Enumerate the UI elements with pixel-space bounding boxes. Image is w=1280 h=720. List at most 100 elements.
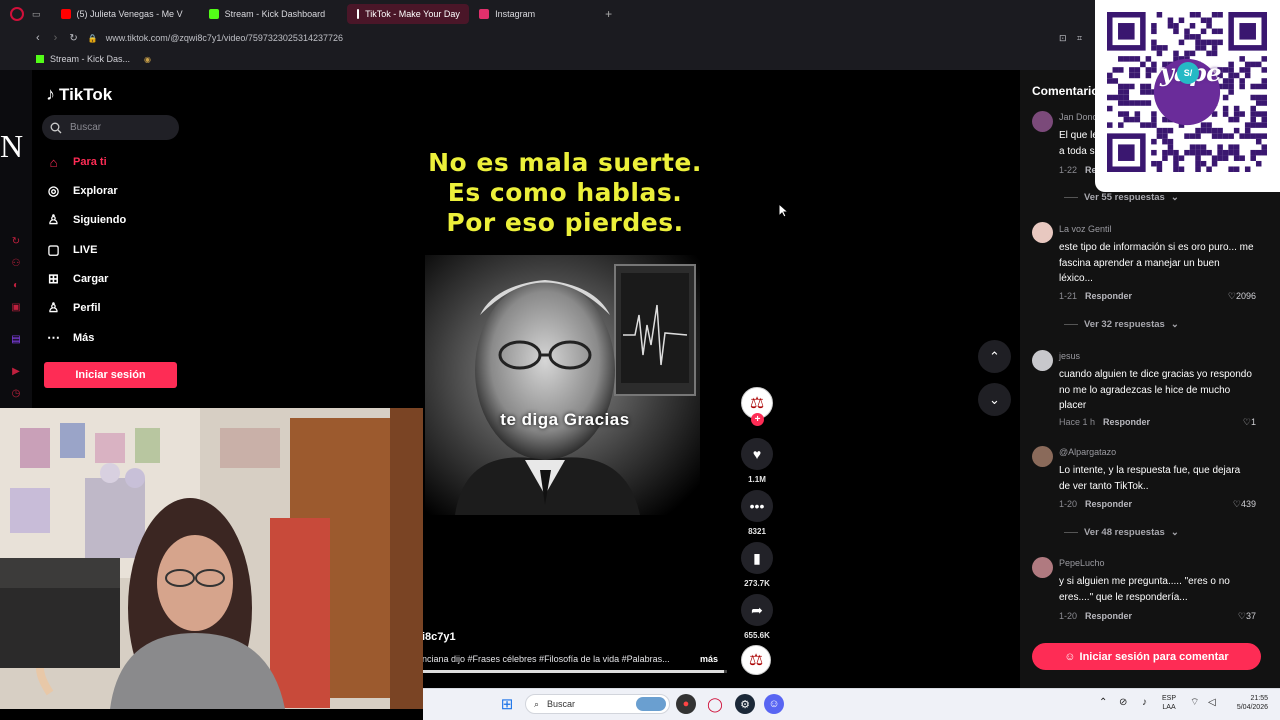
reply-button[interactable]: Responder xyxy=(1085,611,1132,621)
comment-avatar[interactable] xyxy=(1032,446,1053,467)
new-tab-button[interactable]: + xyxy=(605,7,612,21)
nav-para-ti[interactable]: ⌂ Para ti xyxy=(46,153,107,171)
home-icon: ⌂ xyxy=(49,154,58,170)
opera-logo-icon[interactable] xyxy=(10,7,24,21)
comment-user[interactable]: Jan Dono xyxy=(1059,112,1098,122)
mic-icon[interactable]: ♪ xyxy=(1142,698,1147,708)
tiktok-logo[interactable]: ♪ TikTok xyxy=(46,84,112,105)
comment-avatar[interactable] xyxy=(1032,350,1053,371)
app-icon-red[interactable]: ● xyxy=(676,694,696,714)
heart-outline-icon: ♡ xyxy=(1227,291,1236,301)
view-replies-button[interactable]: Ver 48 respuestas ⌄ xyxy=(1064,527,1179,538)
windows-start-icon[interactable]: ⊞ xyxy=(497,694,517,714)
forward-icon[interactable]: › xyxy=(54,32,58,44)
tab-youtube[interactable]: (5) Julieta Venegas - Me V xyxy=(51,4,193,24)
nav-explorar[interactable]: ◎ Explorar xyxy=(46,182,118,200)
twitch-icon[interactable]: ▤ xyxy=(10,334,22,346)
taskbar-search-input[interactable]: ⌕ Buscar xyxy=(525,694,670,714)
previous-video-button[interactable]: ⌃ xyxy=(978,340,1011,373)
network-icon[interactable]: ⊘ xyxy=(1119,698,1127,708)
bookmark-kick[interactable]: Stream - Kick Das... xyxy=(50,54,130,64)
login-button[interactable]: Iniciar sesión xyxy=(44,362,177,388)
profile-icon: ♙ xyxy=(47,300,60,315)
comment-button[interactable]: ••• xyxy=(741,490,773,522)
clock-icon[interactable]: ◷ xyxy=(10,388,22,400)
more-icon: ⋯ xyxy=(47,330,60,345)
search-input[interactable]: Buscar xyxy=(42,115,179,140)
heart-icon: ♥ xyxy=(752,446,762,462)
comment-text: este tipo de información si es oro puro.… xyxy=(1059,242,1254,284)
comment-like[interactable]: ♡37 xyxy=(1238,611,1256,622)
pin-icon[interactable]: ⊡ xyxy=(1059,33,1067,44)
bookmark-extra-icon[interactable]: ◉ xyxy=(144,55,151,64)
follow-button[interactable]: + xyxy=(751,413,764,426)
comment-avatar[interactable] xyxy=(1032,111,1053,132)
wifi-icon[interactable]: ⌔ xyxy=(1190,698,1199,708)
save-button[interactable]: ▮ xyxy=(741,542,773,574)
comment-like[interactable]: ♡2096 xyxy=(1228,291,1256,302)
comment-login-button[interactable]: ☺ Iniciar sesión para comentar xyxy=(1032,643,1261,670)
heart-outline-icon: ♡ xyxy=(1237,611,1246,621)
chevron-up-icon: ⌃ xyxy=(989,348,1000,364)
nav-perfil[interactable]: ♙ Perfil xyxy=(46,299,101,317)
extension-icon[interactable]: ⚇ xyxy=(10,258,22,270)
following-icon: ♙ xyxy=(47,212,60,227)
comment-user[interactable]: @Alpargatazo xyxy=(1059,447,1116,457)
next-video-button[interactable]: ⌄ xyxy=(978,383,1011,416)
share-button[interactable]: ➦ xyxy=(741,594,773,626)
player-icon[interactable]: ▶ xyxy=(10,366,22,378)
nav-cargar[interactable]: ⊞ Cargar xyxy=(46,270,108,288)
reply-button[interactable]: Responder xyxy=(1103,417,1150,427)
nav-siguiendo[interactable]: ♙ Siguiendo xyxy=(46,211,127,229)
tab-menu-icon[interactable]: ▭ xyxy=(32,9,41,20)
comment-text: Lo intente, y la respuesta fue, que deja… xyxy=(1059,465,1241,492)
message-icon[interactable]: ▣ xyxy=(10,302,22,314)
history-icon[interactable]: ↻ xyxy=(10,236,22,248)
comment-icon: ☺ xyxy=(1064,650,1076,663)
overlay-line-3: Por eso pierdes. xyxy=(446,208,684,237)
nav-mas[interactable]: ⋯ Más xyxy=(46,329,94,347)
music-disc-avatar[interactable]: ⚖ xyxy=(741,645,771,675)
nav-live[interactable]: ▢ LIVE xyxy=(46,241,97,259)
video-author[interactable]: i8c7y1 xyxy=(422,631,456,643)
view-replies-button[interactable]: Ver 32 respuestas ⌄ xyxy=(1064,319,1179,330)
opera-taskbar-icon[interactable]: ◯ xyxy=(705,694,725,714)
kick-bookmark-icon xyxy=(36,55,44,63)
steam-icon[interactable]: ⚙ xyxy=(735,694,755,714)
tab-tiktok[interactable]: TikTok - Make Your Day xyxy=(347,4,470,24)
comment-user[interactable]: La voz Gentil xyxy=(1059,224,1112,234)
clock[interactable]: 21:55 5/04/2026 xyxy=(1226,694,1268,712)
volume-icon[interactable]: ◁ xyxy=(1208,698,1216,708)
upload-icon: ⊞ xyxy=(48,271,59,286)
comment-like[interactable]: ♡439 xyxy=(1233,499,1256,510)
video-progress-bar[interactable] xyxy=(422,670,727,673)
share-icon: ➦ xyxy=(751,601,763,618)
snapshot-icon[interactable]: ⌗ xyxy=(1077,33,1082,44)
language-indicator[interactable]: ESP LAA xyxy=(1162,694,1176,712)
chevron-down-icon: ⌄ xyxy=(1170,319,1179,330)
reply-button[interactable]: Responder xyxy=(1085,499,1132,509)
mouse-cursor-icon xyxy=(778,203,788,218)
comment-like[interactable]: ♡1 xyxy=(1243,417,1256,428)
video-frame-image[interactable] xyxy=(425,255,700,515)
tiktok-logo-icon: ♪ xyxy=(46,84,55,104)
like-button[interactable]: ♥ xyxy=(741,438,773,470)
comment-user[interactable]: PepeLucho xyxy=(1059,558,1105,568)
messenger-icon[interactable]: ◐ xyxy=(10,280,22,292)
comment-avatar[interactable] xyxy=(1032,557,1053,578)
comment-user[interactable]: jesus xyxy=(1059,351,1080,361)
comment-icon: ••• xyxy=(749,498,765,514)
tab-kick[interactable]: Stream - Kick Dashboard xyxy=(199,4,336,24)
tray-chevron-icon[interactable]: ⌃ xyxy=(1099,698,1107,708)
discord-icon[interactable]: ☺ xyxy=(764,694,784,714)
video-overlay-text: No es mala suerte. Es como hablas. Por e… xyxy=(420,148,710,238)
reload-icon[interactable]: ↻ xyxy=(69,33,77,44)
reply-button[interactable]: Responder xyxy=(1085,291,1132,301)
like-count: 1.1M xyxy=(748,475,766,484)
tab-instagram[interactable]: Instagram xyxy=(469,4,545,24)
caption-more-link[interactable]: más xyxy=(700,654,718,664)
comment-avatar[interactable] xyxy=(1032,222,1053,243)
back-icon[interactable]: ‹ xyxy=(36,32,40,44)
url-field[interactable]: www.tiktok.com/@zqwi8c7y1/video/75973230… xyxy=(106,33,343,43)
view-replies-button[interactable]: Ver 55 respuestas ⌄ xyxy=(1064,192,1179,203)
